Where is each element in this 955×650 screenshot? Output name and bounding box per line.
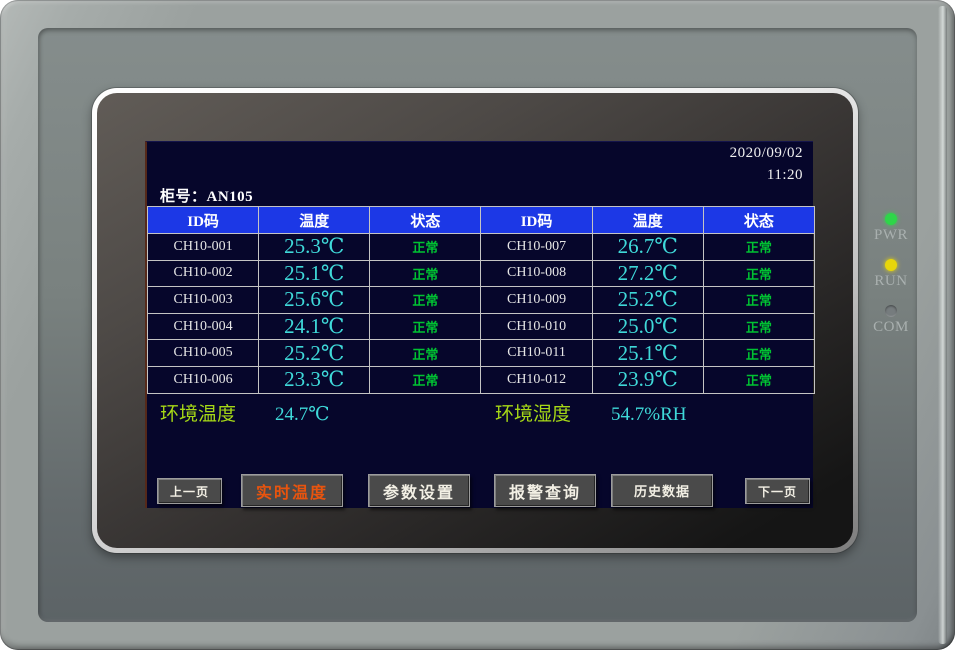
table-row: CH10-00424.1℃正常CH10-01025.0℃正常 xyxy=(148,313,815,340)
cell-status: 正常 xyxy=(370,260,481,287)
ambient-temp-value: 24.7℃ xyxy=(275,403,330,427)
cell-id: CH10-003 xyxy=(148,287,259,314)
power-led-group: PWR xyxy=(874,213,908,244)
status-led-column: PWR RUN COM xyxy=(862,213,920,336)
device-housing: 2020/09/02 11:20 柜号：AN105 ID码 温度 状态 ID码 … xyxy=(0,0,955,650)
realtime-temp-button[interactable]: 实时温度 xyxy=(241,474,343,507)
history-data-button[interactable]: 历史数据 xyxy=(611,474,713,507)
cell-temp: 23.3℃ xyxy=(259,366,370,393)
cell-id: CH10-012 xyxy=(481,366,592,393)
com-led-icon xyxy=(885,305,897,317)
cell-id: CH10-008 xyxy=(481,260,592,287)
table-row: CH10-00623.3℃正常CH10-01223.9℃正常 xyxy=(148,366,815,393)
col-header-status-1: 状态 xyxy=(370,207,481,234)
ambient-humidity-value: 54.7%RH xyxy=(611,403,686,427)
com-led-label: COM xyxy=(873,319,909,336)
cell-id: CH10-010 xyxy=(481,313,592,340)
cell-temp: 25.0℃ xyxy=(592,313,703,340)
cell-temp: 24.1℃ xyxy=(259,313,370,340)
hmi-panel-photo: 2020/09/02 11:20 柜号：AN105 ID码 温度 状态 ID码 … xyxy=(0,0,955,650)
run-led-label: RUN xyxy=(874,273,907,290)
cell-temp: 25.1℃ xyxy=(259,260,370,287)
lcd-screen: 2020/09/02 11:20 柜号：AN105 ID码 温度 状态 ID码 … xyxy=(145,141,813,508)
cell-status: 正常 xyxy=(370,234,481,261)
col-header-id-1: ID码 xyxy=(148,207,259,234)
table-row: CH10-00125.3℃正常CH10-00726.7℃正常 xyxy=(148,234,815,261)
cell-temp: 25.6℃ xyxy=(259,287,370,314)
table-row: CH10-00325.6℃正常CH10-00925.2℃正常 xyxy=(148,287,815,314)
cell-id: CH10-004 xyxy=(148,313,259,340)
cell-temp: 26.7℃ xyxy=(592,234,703,261)
date-display: 2020/09/02 xyxy=(730,145,803,162)
col-header-temp-1: 温度 xyxy=(259,207,370,234)
cell-temp: 25.1℃ xyxy=(592,340,703,367)
cell-temp: 25.2℃ xyxy=(592,287,703,314)
next-page-button[interactable]: 下一页 xyxy=(745,478,810,504)
cell-temp: 25.3℃ xyxy=(259,234,370,261)
power-led-label: PWR xyxy=(874,227,908,244)
ambient-temp-label: 环境温度 xyxy=(160,403,236,427)
cell-id: CH10-011 xyxy=(481,340,592,367)
cell-status: 正常 xyxy=(370,366,481,393)
cell-id: CH10-002 xyxy=(148,260,259,287)
ambient-humidity-label: 环境湿度 xyxy=(495,403,571,427)
run-led-icon xyxy=(885,259,897,271)
cell-temp: 23.9℃ xyxy=(592,366,703,393)
cabinet-id: 柜号：AN105 xyxy=(160,185,253,206)
cell-status: 正常 xyxy=(703,234,814,261)
screen-bezel: 2020/09/02 11:20 柜号：AN105 ID码 温度 状态 ID码 … xyxy=(97,93,853,548)
cell-id: CH10-009 xyxy=(481,287,592,314)
time-display: 11:20 xyxy=(767,167,803,184)
col-header-status-2: 状态 xyxy=(703,207,814,234)
cell-temp: 27.2℃ xyxy=(592,260,703,287)
channel-table: ID码 温度 状态 ID码 温度 状态 CH10-00125.3℃正常CH10-… xyxy=(147,206,815,394)
screen-module-frame: 2020/09/02 11:20 柜号：AN105 ID码 温度 状态 ID码 … xyxy=(92,88,858,553)
prev-page-button[interactable]: 上一页 xyxy=(157,478,222,504)
housing-edge-highlight xyxy=(938,6,947,644)
cell-id: CH10-005 xyxy=(148,340,259,367)
col-header-id-2: ID码 xyxy=(481,207,592,234)
table-header-row: ID码 温度 状态 ID码 温度 状态 xyxy=(148,207,815,234)
table-row: CH10-00225.1℃正常CH10-00827.2℃正常 xyxy=(148,260,815,287)
cell-id: CH10-001 xyxy=(148,234,259,261)
cabinet-value: AN105 xyxy=(207,189,254,205)
alarm-query-button[interactable]: 报警查询 xyxy=(494,474,596,507)
cell-status: 正常 xyxy=(703,340,814,367)
cell-status: 正常 xyxy=(703,260,814,287)
table-row: CH10-00525.2℃正常CH10-01125.1℃正常 xyxy=(148,340,815,367)
col-header-temp-2: 温度 xyxy=(592,207,703,234)
table-body: CH10-00125.3℃正常CH10-00726.7℃正常CH10-00225… xyxy=(148,234,815,394)
cell-status: 正常 xyxy=(370,313,481,340)
com-led-group: COM xyxy=(873,305,909,336)
cell-status: 正常 xyxy=(703,366,814,393)
cell-status: 正常 xyxy=(703,313,814,340)
cell-status: 正常 xyxy=(370,340,481,367)
run-led-group: RUN xyxy=(874,259,907,290)
cell-temp: 25.2℃ xyxy=(259,340,370,367)
power-led-icon xyxy=(885,213,897,225)
cabinet-label: 柜号： xyxy=(160,189,207,205)
cell-status: 正常 xyxy=(703,287,814,314)
cell-id: CH10-006 xyxy=(148,366,259,393)
cell-id: CH10-007 xyxy=(481,234,592,261)
parameter-settings-button[interactable]: 参数设置 xyxy=(368,474,470,507)
cell-status: 正常 xyxy=(370,287,481,314)
